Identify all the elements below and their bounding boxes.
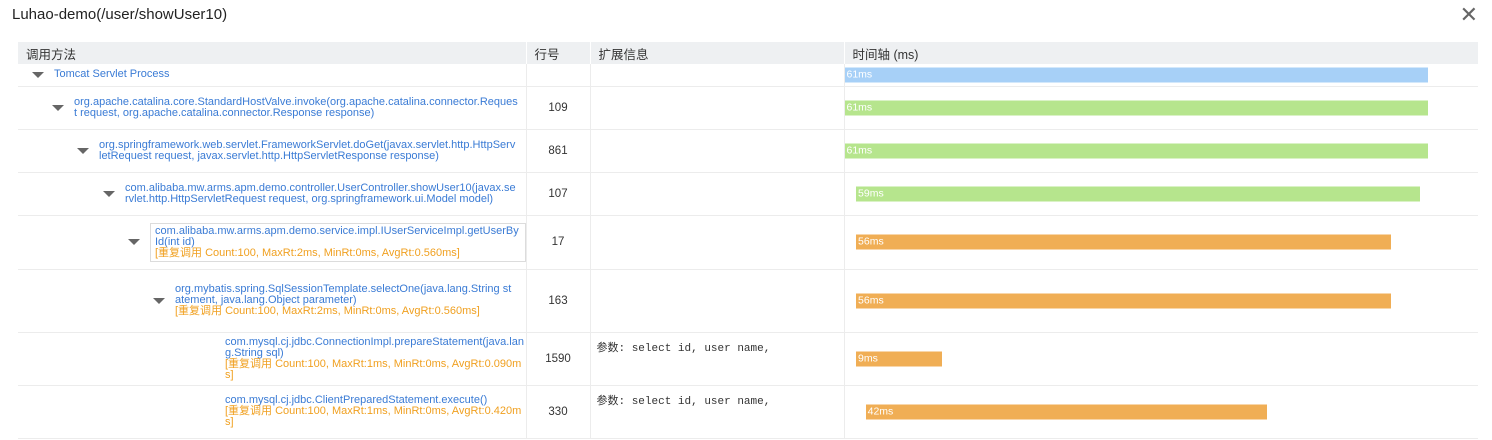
ext-info <box>590 172 845 216</box>
method-cell: org.springframework.web.servlet.Framewor… <box>18 129 527 173</box>
table-row[interactable]: com.mysql.cj.jdbc.ConnectionImpl.prepare… <box>18 332 1478 386</box>
line-number: 107 <box>526 172 591 216</box>
trace-table: 调用方法 行号 扩展信息 时间轴 (ms) Tomcat Servlet Pro… <box>18 42 1479 439</box>
close-icon[interactable]: ✕ <box>1460 4 1478 26</box>
repeat-call-info: [重复调用 Count:100, MaxRt:1ms, MinRt:0ms, A… <box>225 405 522 428</box>
line-number: 17 <box>526 215 591 270</box>
ext-info: 参数: select id, user name, <box>590 385 845 439</box>
timeline-bar[interactable]: 61ms <box>844 67 1428 83</box>
dialog-title: Luhao-demo(/user/showUser10) <box>12 6 228 23</box>
repeat-call-info: [重复调用 Count:100, MaxRt:1ms, MinRt:0ms, A… <box>225 357 522 381</box>
ext-info <box>590 269 845 333</box>
ext-info <box>590 64 845 87</box>
ext-info <box>590 129 845 173</box>
method-cell: com.mysql.cj.jdbc.ClientPreparedStatemen… <box>18 385 527 439</box>
table-row[interactable]: org.springframework.web.servlet.Framewor… <box>18 129 1478 173</box>
method-name[interactable]: com.alibaba.mw.arms.apm.demo.controller.… <box>125 182 516 205</box>
header-ext: 扩展信息 <box>590 42 845 64</box>
timeline-cell: 56ms <box>844 215 1478 270</box>
method-text: org.springframework.web.servlet.Framewor… <box>99 139 517 162</box>
line-number: 109 <box>526 86 591 130</box>
timeline-bar[interactable]: 9ms <box>856 351 943 366</box>
timeline-cell: 61ms <box>844 129 1478 173</box>
timeline-cell: 61ms <box>844 64 1478 87</box>
line-number: 1590 <box>526 332 591 386</box>
table-row[interactable]: com.mysql.cj.jdbc.ClientPreparedStatemen… <box>18 385 1478 439</box>
header-timeline: 时间轴 (ms) <box>844 42 1479 64</box>
method-cell: com.alibaba.mw.arms.apm.demo.service.imp… <box>18 215 527 270</box>
method-text: Tomcat Servlet Process <box>54 69 434 80</box>
ext-info <box>590 215 845 270</box>
caret-down-icon[interactable] <box>103 190 115 197</box>
header-line: 行号 <box>526 42 591 64</box>
method-text: com.mysql.cj.jdbc.ConnectionImpl.prepare… <box>225 336 526 381</box>
timeline-bar[interactable]: 61ms <box>844 100 1428 115</box>
caret-down-icon[interactable] <box>153 297 165 304</box>
method-cell: org.apache.catalina.core.StandardHostVal… <box>18 86 527 130</box>
timeline-cell: 56ms <box>844 269 1478 333</box>
caret-down-icon[interactable] <box>32 71 44 78</box>
method-text: com.alibaba.mw.arms.apm.demo.service.imp… <box>150 222 526 262</box>
caret-down-icon[interactable] <box>77 147 89 154</box>
method-cell: org.mybatis.spring.SqlSessionTemplate.se… <box>18 269 527 333</box>
timeline-bar[interactable]: 59ms <box>856 186 1420 201</box>
method-text: org.mybatis.spring.SqlSessionTemplate.se… <box>175 284 517 317</box>
timeline-bar[interactable]: 61ms <box>844 143 1428 158</box>
repeat-call-info: [重复调用 Count:100, MaxRt:2ms, MinRt:0ms, A… <box>155 246 460 259</box>
method-name[interactable]: com.mysql.cj.jdbc.ConnectionImpl.prepare… <box>225 336 524 359</box>
method-cell: com.mysql.cj.jdbc.ConnectionImpl.prepare… <box>18 332 527 386</box>
method-name[interactable]: Tomcat Servlet Process <box>54 68 170 80</box>
method-name[interactable]: com.alibaba.mw.arms.apm.demo.service.imp… <box>155 225 519 248</box>
method-text: com.alibaba.mw.arms.apm.demo.controller.… <box>125 182 517 205</box>
timeline-cell: 9ms <box>844 332 1478 386</box>
table-row[interactable]: Tomcat Servlet Process 61ms <box>18 64 1478 87</box>
line-number <box>526 64 591 87</box>
method-name[interactable]: org.apache.catalina.core.StandardHostVal… <box>74 96 518 119</box>
line-number: 330 <box>526 385 591 439</box>
table-row[interactable]: com.alibaba.mw.arms.apm.demo.service.imp… <box>18 215 1478 270</box>
table-header: 调用方法 行号 扩展信息 时间轴 (ms) <box>18 42 1479 64</box>
method-text: org.apache.catalina.core.StandardHostVal… <box>74 96 518 119</box>
timeline-cell: 61ms <box>844 86 1478 130</box>
table-row[interactable]: org.mybatis.spring.SqlSessionTemplate.se… <box>18 269 1478 333</box>
ext-info: 参数: select id, user name, <box>590 332 845 386</box>
table-row[interactable]: org.apache.catalina.core.StandardHostVal… <box>18 86 1478 130</box>
method-name[interactable]: org.springframework.web.servlet.Framewor… <box>99 139 515 162</box>
line-number: 861 <box>526 129 591 173</box>
timeline-cell: 59ms <box>844 172 1478 216</box>
caret-down-icon[interactable] <box>128 239 140 245</box>
table-row[interactable]: com.alibaba.mw.arms.apm.demo.controller.… <box>18 172 1478 216</box>
timeline-cell: 42ms <box>844 385 1478 439</box>
caret-down-icon[interactable] <box>52 104 64 111</box>
header-method: 调用方法 <box>18 42 527 64</box>
timeline-bar[interactable]: 56ms <box>856 234 1392 250</box>
repeat-call-info: [重复调用 Count:100, MaxRt:2ms, MinRt:0ms, A… <box>175 305 480 317</box>
timeline-bar[interactable]: 42ms <box>865 404 1268 419</box>
method-cell: com.alibaba.mw.arms.apm.demo.controller.… <box>18 172 527 216</box>
timeline-bar[interactable]: 56ms <box>856 293 1392 308</box>
ext-info <box>590 86 845 130</box>
method-cell: Tomcat Servlet Process <box>18 64 527 87</box>
method-text: com.mysql.cj.jdbc.ClientPreparedStatemen… <box>225 395 526 428</box>
method-name[interactable]: org.mybatis.spring.SqlSessionTemplate.se… <box>175 283 511 306</box>
line-number: 163 <box>526 269 591 333</box>
